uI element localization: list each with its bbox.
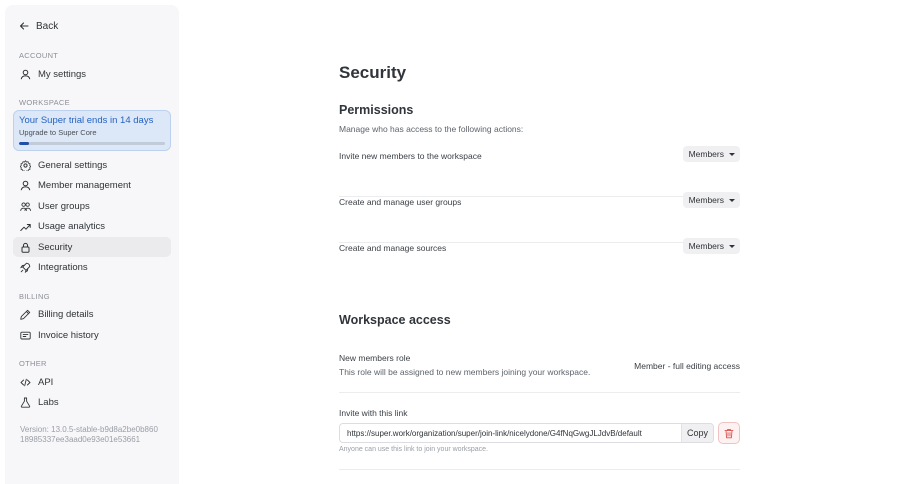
sidebar-item-api[interactable]: API [13,372,171,392]
sidebar-item-integrations[interactable]: Integrations [13,258,171,278]
user-icon [20,180,31,191]
role-dropdown[interactable]: Members [682,192,740,208]
invite-link-field[interactable]: https://super.work/organization/super/jo… [339,423,714,443]
invite-link-label: Invite with this link [339,408,408,418]
sidebar-item-security[interactable]: Security [13,237,171,257]
section-label-account: ACCOUNT [19,51,59,60]
divider [339,392,740,393]
role-dropdown-value: Members [688,149,724,159]
sidebar-item-my-settings[interactable]: My settings [13,64,171,84]
sidebar-item-label: Usage analytics [38,221,106,232]
sidebar-item-label: Member management [38,180,131,191]
version-info: Version: 13.0.5-stable-b9d8a2be0b860 189… [13,425,171,445]
sidebar-item-label: Security [38,241,73,253]
permission-row-sources: Create and manage sources Members [339,238,740,289]
permission-label: Create and manage sources [339,243,447,253]
role-dropdown[interactable]: Members [682,238,740,254]
invite-link-url[interactable]: https://super.work/organization/super/jo… [340,429,681,438]
new-members-role-value[interactable]: Member - full editing access [634,361,740,371]
role-dropdown[interactable]: Members [682,146,740,162]
sidebar-item-user-groups[interactable]: User groups [13,196,171,216]
back-button[interactable]: Back [13,16,171,36]
trash-icon [724,428,734,438]
flask-icon [20,397,31,408]
sidebar-item-invoice-history[interactable]: Invoice history [13,325,171,345]
version-line: 18985337ee3aad0e93e01e53661 [20,434,141,444]
code-icon [20,378,31,386]
permissions-heading: Permissions [339,103,414,117]
trend-icon [20,224,31,231]
back-label: Back [36,20,59,32]
sidebar-item-label: Billing details [38,309,94,320]
sidebar-item-label: My settings [38,68,87,80]
sidebar-item-member-management[interactable]: Member management [13,176,171,196]
users-icon [20,201,31,211]
section-label-other: OTHER [19,359,47,368]
permission-label: Create and manage user groups [339,197,462,207]
sidebar-item-usage-analytics[interactable]: Usage analytics [13,217,171,237]
version-line: Version: 13.0.5-stable-b9d8a2be0b860 [20,424,158,434]
caret-down-icon [729,198,735,202]
caret-down-icon [729,152,735,156]
permission-label: Invite new members to the workspace [339,151,482,161]
sidebar-item-billing-details[interactable]: Billing details [13,305,171,325]
role-dropdown-value: Members [688,195,724,205]
permissions-description: Manage who has access to the following a… [339,124,524,134]
trial-progress-fill [19,142,30,145]
divider [339,469,740,470]
sidebar-item-label: API [38,376,54,388]
permission-row-invite: Invite new members to the workspace Memb… [339,146,740,197]
copy-link-button[interactable]: Copy [681,424,713,442]
sidebar-item-label: Integrations [38,262,88,273]
invite-link-hint: Anyone can use this link to join your wo… [339,446,489,453]
page-title: Security [339,63,407,82]
permission-row-user-groups: Create and manage user groups Members [339,192,740,243]
section-label-billing: BILLING [19,291,50,301]
user-icon [20,69,31,79]
section-label-workspace: WORKSPACE [19,98,70,107]
sidebar-item-label: User groups [38,200,90,212]
trial-upgrade-link[interactable]: Upgrade to Super Core [19,128,165,137]
caret-down-icon [729,244,735,248]
pen-icon [20,309,31,320]
sidebar-item-labs[interactable]: Labs [13,393,171,413]
workspace-access-heading: Workspace access [339,313,451,327]
new-members-role-label: New members role [339,353,411,363]
sidebar-item-label: Labs [38,397,59,408]
trial-banner[interactable]: Your Super trial ends in 14 days Upgrade… [13,110,171,151]
receipt-icon [20,331,31,339]
gear-icon [20,159,31,171]
delete-link-button[interactable] [718,422,740,444]
trial-title: Your Super trial ends in 14 days [19,115,154,126]
arrow-left-icon [19,22,29,30]
rocket-icon [20,262,31,273]
sidebar: Back ACCOUNT My settings WORKSPACE Your … [5,5,179,484]
role-dropdown-value: Members [688,241,724,251]
trial-progress-bar [19,142,165,145]
sidebar-item-general-settings[interactable]: General settings [13,155,171,175]
new-members-role-description: This role will be assigned to new member… [339,367,591,377]
sidebar-item-label: General settings [38,159,108,171]
sidebar-item-label: Invoice history [38,329,99,341]
lock-icon [21,242,30,253]
